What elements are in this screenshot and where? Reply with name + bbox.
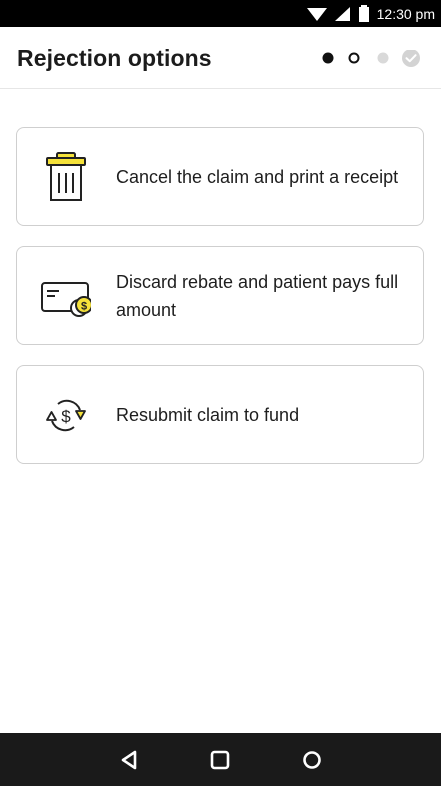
option-resubmit-claim[interactable]: $ Resubmit claim to fund <box>16 365 424 464</box>
trash-icon <box>46 152 86 201</box>
wifi-icon <box>306 7 327 21</box>
card-dollar-icon: $ <box>41 282 91 317</box>
option-label: Discard rebate and patient pays full amo… <box>116 271 399 320</box>
options-list: Cancel the claim and print a receipt $ D… <box>0 89 441 733</box>
option-discard-rebate[interactable]: $ Discard rebate and patient pays full a… <box>16 246 424 345</box>
recents-icon[interactable] <box>301 749 323 771</box>
option-label: Cancel the claim and print a receipt <box>116 166 399 187</box>
signal-icon <box>334 6 350 21</box>
svg-text:$: $ <box>81 301 87 313</box>
page-title: Rejection options <box>17 45 212 71</box>
battery-icon <box>358 5 369 22</box>
step-current-dot <box>348 52 360 64</box>
step-done-dot <box>322 52 334 64</box>
resubmit-dollar-icon: $ <box>46 399 86 432</box>
back-icon[interactable] <box>119 749 141 771</box>
option-cancel-claim[interactable]: Cancel the claim and print a receipt <box>16 127 424 226</box>
home-icon[interactable] <box>209 749 231 771</box>
step-upcoming-dot <box>377 52 389 64</box>
progress-stepper <box>322 50 420 67</box>
option-label: Resubmit claim to fund <box>116 404 300 425</box>
status-time: 12:30 pm <box>376 5 435 22</box>
step-complete-icon <box>402 50 420 67</box>
navigation-bar <box>0 733 441 786</box>
status-bar: 12:30 pm <box>0 0 441 27</box>
svg-text:$: $ <box>61 407 71 426</box>
